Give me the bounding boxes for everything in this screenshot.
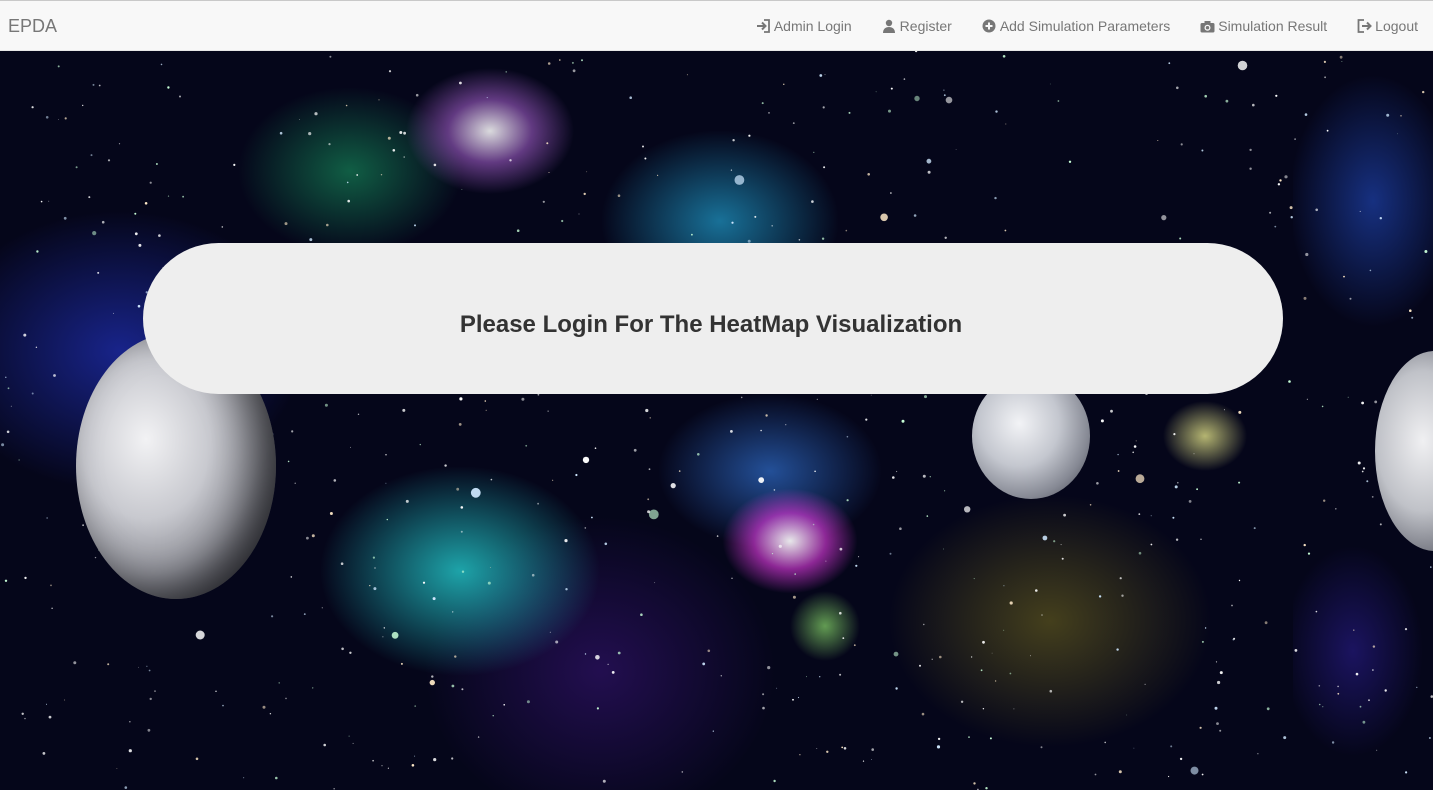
nav-item-logout[interactable]: Logout — [1357, 18, 1418, 34]
nav-item-add-simulation-parameters[interactable]: Add Simulation Parameters — [982, 18, 1170, 34]
nav-item-register[interactable]: Register — [882, 18, 952, 34]
top-navbar: EPDA Admin Login Register Add Simulation… — [0, 0, 1433, 51]
login-icon — [756, 19, 771, 33]
nav-item-admin-login[interactable]: Admin Login — [756, 18, 852, 34]
nav-label-add-simulation-parameters: Add Simulation Parameters — [999, 18, 1171, 34]
space-background-image — [0, 51, 1433, 790]
logout-icon — [1357, 19, 1373, 33]
nav-label-simulation-result: Simulation Result — [1218, 18, 1328, 34]
login-prompt-panel: Please Login For The HeatMap Visualizati… — [143, 243, 1283, 394]
plus-circle-icon — [982, 19, 997, 33]
nav-label-logout: Logout — [1375, 18, 1418, 34]
camera-icon — [1200, 19, 1215, 33]
nav-links: Admin Login Register Add Simulation Para… — [726, 1, 1418, 51]
nav-item-simulation-result[interactable]: Simulation Result — [1200, 18, 1327, 34]
login-prompt-message: Please Login For The HeatMap Visualizati… — [459, 310, 963, 338]
brand-link[interactable]: EPDA — [8, 16, 57, 36]
nav-label-register: Register — [899, 18, 952, 34]
nav-label-admin-login: Admin Login — [773, 18, 852, 34]
user-icon — [882, 19, 897, 33]
